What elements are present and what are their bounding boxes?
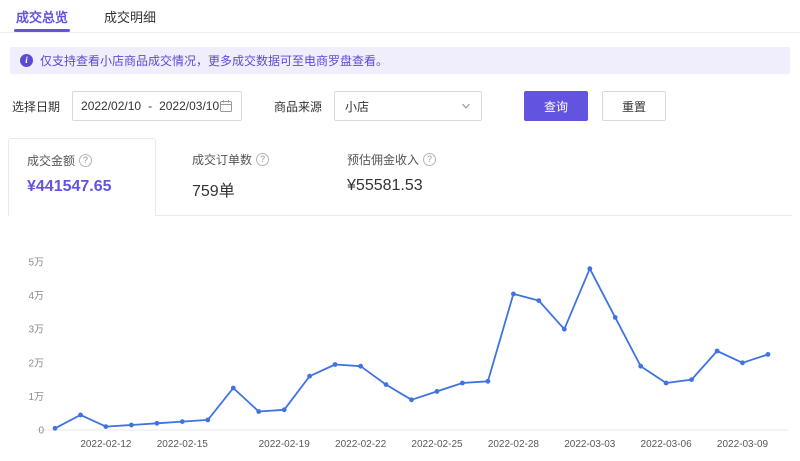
stat-card-estimated-commission[interactable]: 预估佣金收入 ? ¥55581.53 (329, 138, 454, 215)
transaction-amount-line-chart: 0 1万 2万 3万 4万 5万 2022-02-12 2022-02-15 2022-02-1… (0, 242, 800, 457)
tab-label: 成交明细 (104, 7, 156, 26)
calendar-icon (219, 99, 233, 113)
tab-transaction-overview[interactable]: 成交总览 (14, 0, 70, 32)
svg-text:2022-03-06: 2022-03-06 (641, 439, 693, 450)
stat-title: 预估佣金收入 (347, 151, 419, 168)
date-end: 2022/03/10 (159, 99, 219, 113)
svg-text:2022-03-09: 2022-03-09 (717, 439, 769, 450)
chevron-down-icon (461, 101, 471, 111)
stat-value-order-count: 759单 (192, 177, 269, 201)
help-icon[interactable]: ? (423, 153, 436, 166)
svg-text:0: 0 (38, 426, 44, 437)
help-icon[interactable]: ? (79, 154, 92, 167)
reset-button[interactable]: 重置 (602, 91, 666, 121)
date-range-label: 选择日期 (12, 98, 60, 115)
stat-title: 成交金额 (27, 152, 75, 169)
product-source-value: 小店 (345, 98, 369, 115)
date-start: 2022/02/10 (81, 99, 141, 113)
svg-text:2022-02-12: 2022-02-12 (80, 439, 132, 450)
info-banner: i 仅支持查看小店商品成交情况，更多成交数据可至电商罗盘查看。 (10, 47, 790, 74)
stat-title-row: 预估佣金收入 ? (347, 151, 436, 168)
tab-transaction-details[interactable]: 成交明细 (102, 0, 158, 32)
stat-card-transaction-amount[interactable]: 成交金额 ? ¥441547.65 (8, 138, 156, 216)
svg-text:2022-02-28: 2022-02-28 (488, 439, 540, 450)
date-range-value: 2022/02/10 - 2022/03/10 (81, 99, 219, 113)
help-icon[interactable]: ? (256, 153, 269, 166)
banner-text: 仅支持查看小店商品成交情况，更多成交数据可至电商罗盘查看。 (40, 52, 388, 69)
product-source-label: 商品来源 (274, 98, 322, 115)
query-button[interactable]: 查询 (524, 91, 588, 121)
svg-text:2万: 2万 (28, 358, 44, 369)
date-separator: - (148, 99, 152, 113)
top-tabs: 成交总览 成交明细 (0, 0, 800, 33)
stat-title: 成交订单数 (192, 151, 252, 168)
info-icon: i (20, 54, 33, 67)
stat-title-row: 成交订单数 ? (192, 151, 269, 168)
svg-text:2022-02-25: 2022-02-25 (411, 439, 463, 450)
stat-cards: 成交金额 ? ¥441547.65 成交订单数 ? 759单 预估佣金收入 ? … (8, 138, 792, 216)
stat-value-transaction-amount: ¥441547.65 (27, 178, 137, 196)
transaction-dashboard: 成交总览 成交明细 i 仅支持查看小店商品成交情况，更多成交数据可至电商罗盘查看… (0, 0, 800, 460)
svg-text:2022-02-19: 2022-02-19 (259, 439, 311, 450)
svg-text:4万: 4万 (28, 291, 44, 302)
svg-text:2022-03-03: 2022-03-03 (564, 439, 616, 450)
stat-value-estimated-commission: ¥55581.53 (347, 177, 436, 195)
date-range-input[interactable]: 2022/02/10 - 2022/03/10 (72, 91, 242, 121)
stat-title-row: 成交金额 ? (27, 152, 137, 169)
tab-label: 成交总览 (16, 7, 68, 26)
chart-area: 0 1万 2万 3万 4万 5万 2022-02-12 2022-02-15 2022-02-1… (0, 242, 800, 460)
filter-bar: 选择日期 2022/02/10 - 2022/03/10 商品来源 小店 (0, 74, 800, 134)
stat-card-order-count[interactable]: 成交订单数 ? 759单 (174, 138, 287, 215)
svg-text:3万: 3万 (28, 325, 44, 336)
svg-text:2022-02-15: 2022-02-15 (157, 439, 209, 450)
svg-text:1万: 1万 (28, 392, 44, 403)
svg-text:2022-02-22: 2022-02-22 (335, 439, 387, 450)
svg-text:5万: 5万 (28, 258, 44, 269)
product-source-select[interactable]: 小店 (334, 91, 482, 121)
